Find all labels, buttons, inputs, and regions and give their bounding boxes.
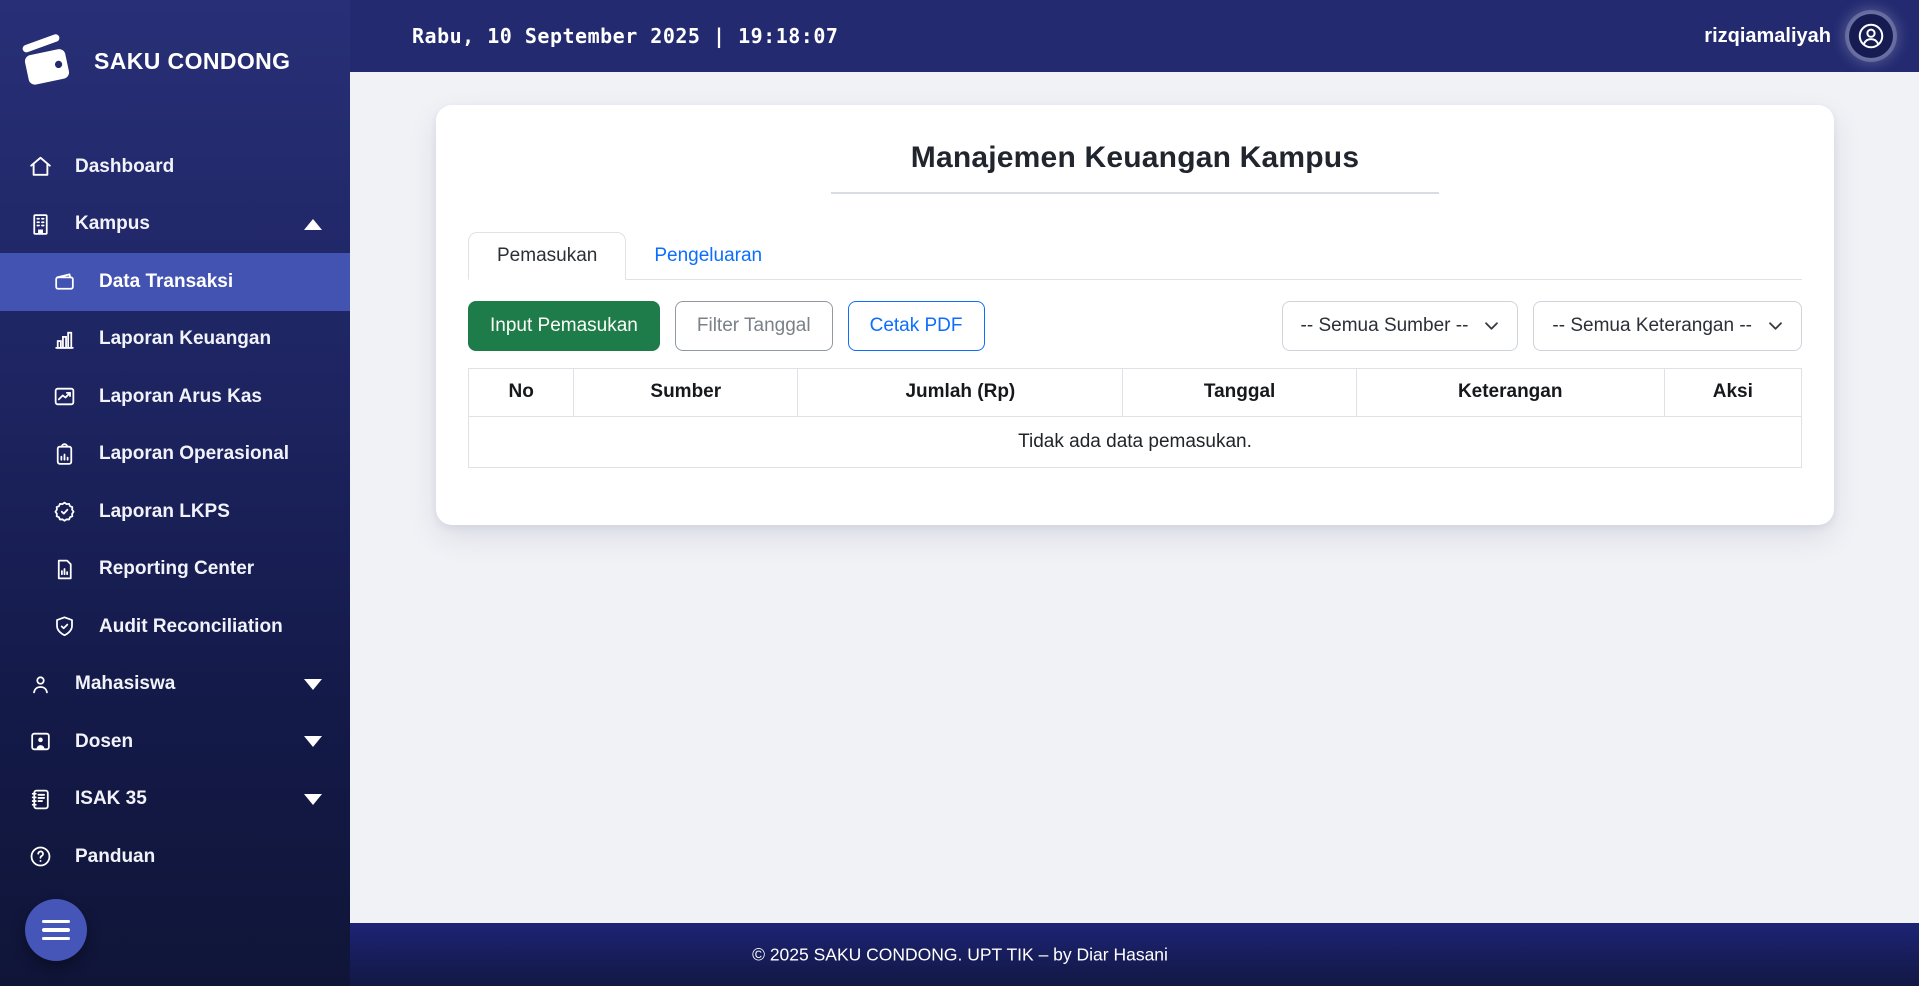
page-title: Manajemen Keuangan Kampus xyxy=(468,135,1802,180)
keterangan-select[interactable]: -- Semua Keterangan -- xyxy=(1533,301,1802,351)
person-card-icon xyxy=(28,729,53,754)
cetak-pdf-button[interactable]: Cetak PDF xyxy=(848,301,985,351)
hamburger-icon xyxy=(42,928,70,932)
transactions-card: Manajemen Keuangan Kampus Pemasukan Peng… xyxy=(436,105,1834,525)
bar-chart-icon xyxy=(52,327,77,352)
username-label: rizqiamaliyah xyxy=(1704,25,1831,48)
main-area: Manajemen Keuangan Kampus Pemasukan Peng… xyxy=(350,72,1919,923)
sidebar-item-label: Laporan Keuangan xyxy=(99,328,271,350)
tab-pemasukan[interactable]: Pemasukan xyxy=(468,232,626,280)
hamburger-icon xyxy=(42,937,70,941)
keterangan-select-value: -- Semua Keterangan -- xyxy=(1552,315,1752,337)
brand-logo[interactable]: SAKU CONDONG xyxy=(0,0,350,100)
empty-state-row: Tidak ada data pemasukan. xyxy=(469,416,1802,467)
input-pemasukan-button[interactable]: Input Pemasukan xyxy=(468,301,660,351)
sidebar-item-label: ISAK 35 xyxy=(75,788,147,810)
chevron-down-icon xyxy=(1484,321,1499,331)
tab-pengeluaran[interactable]: Pengeluaran xyxy=(626,233,790,279)
chevron-down-icon xyxy=(304,794,322,805)
transaction-tabs: Pemasukan Pengeluaran xyxy=(468,232,1802,280)
badge-check-icon xyxy=(52,499,77,524)
wallet-icon xyxy=(52,269,77,294)
app-root: SAKU CONDONG Dashboard Kampus xyxy=(0,0,1919,986)
sidebar-item-label: Laporan LKPS xyxy=(99,501,230,523)
chevron-down-icon xyxy=(1768,321,1783,331)
header-user-area: rizqiamaliyah xyxy=(1704,14,1893,58)
column-header-no: No xyxy=(469,368,574,416)
sidebar-toggle-button[interactable] xyxy=(25,899,87,961)
column-header-jumlah: Jumlah (Rp) xyxy=(798,368,1123,416)
sidebar-item-label: Mahasiswa xyxy=(75,673,175,695)
file-chart-icon xyxy=(52,557,77,582)
sidebar-item-dosen[interactable]: Dosen xyxy=(0,713,350,771)
sidebar-item-laporan-lkps[interactable]: Laporan LKPS xyxy=(0,483,350,541)
sidebar-item-reporting-center[interactable]: Reporting Center xyxy=(0,541,350,599)
transactions-table-wrap: No Sumber Jumlah (Rp) Tanggal Keterangan… xyxy=(468,368,1802,468)
toolbar: Input Pemasukan Filter Tanggal Cetak PDF… xyxy=(468,301,1802,351)
building-icon xyxy=(28,212,53,237)
column-header-aksi: Aksi xyxy=(1664,368,1801,416)
chevron-down-icon xyxy=(304,679,322,690)
chevron-down-icon xyxy=(304,736,322,747)
column-header-tanggal: Tanggal xyxy=(1123,368,1356,416)
sidebar-menu: Dashboard Kampus Data Transaksi xyxy=(0,138,350,886)
sidebar-item-label: Dosen xyxy=(75,731,133,753)
footer: © 2025 SAKU CONDONG. UPT TIK – by Diar H… xyxy=(350,923,1919,986)
sidebar-item-audit-reconciliation[interactable]: Audit Reconciliation xyxy=(0,598,350,656)
shield-check-icon xyxy=(52,614,77,639)
content-column: Rabu, 10 September 2025 | 19:18:07 rizqi… xyxy=(350,0,1919,986)
sidebar-item-label: Kampus xyxy=(75,213,150,235)
sidebar-item-kampus[interactable]: Kampus xyxy=(0,196,350,254)
sidebar-item-laporan-arus-kas[interactable]: Laporan Arus Kas xyxy=(0,368,350,426)
sidebar-item-isak-35[interactable]: ISAK 35 xyxy=(0,771,350,829)
line-chart-icon xyxy=(52,384,77,409)
column-header-sumber: Sumber xyxy=(574,368,798,416)
sumber-select-value: -- Semua Sumber -- xyxy=(1301,315,1469,337)
sidebar-item-label: Panduan xyxy=(75,846,155,868)
sidebar-item-data-transaksi[interactable]: Data Transaksi xyxy=(0,253,350,311)
sidebar-item-label: Laporan Arus Kas xyxy=(99,386,262,408)
sidebar: SAKU CONDONG Dashboard Kampus xyxy=(0,0,350,986)
sumber-select[interactable]: -- Semua Sumber -- xyxy=(1282,301,1519,351)
top-header-bar: Rabu, 10 September 2025 | 19:18:07 rizqi… xyxy=(350,0,1919,72)
empty-state-message: Tidak ada data pemasukan. xyxy=(469,416,1802,467)
filter-tanggal-button[interactable]: Filter Tanggal xyxy=(675,301,833,351)
sidebar-item-laporan-keuangan[interactable]: Laporan Keuangan xyxy=(0,311,350,369)
sidebar-item-laporan-operasional[interactable]: Laporan Operasional xyxy=(0,426,350,484)
sidebar-item-dashboard[interactable]: Dashboard xyxy=(0,138,350,196)
copyright-text: © 2025 SAKU CONDONG. UPT TIK – by Diar H… xyxy=(752,944,1168,965)
clipboard-chart-icon xyxy=(52,442,77,467)
home-icon xyxy=(28,154,53,179)
sidebar-item-label: Audit Reconciliation xyxy=(99,616,283,638)
column-header-keterangan: Keterangan xyxy=(1356,368,1664,416)
brand-name: SAKU CONDONG xyxy=(94,48,290,75)
title-divider xyxy=(831,192,1439,194)
table-header-row: No Sumber Jumlah (Rp) Tanggal Keterangan… xyxy=(469,368,1802,416)
sidebar-item-label: Data Transaksi xyxy=(99,271,233,293)
journal-icon xyxy=(28,787,53,812)
person-icon xyxy=(28,672,53,697)
sidebar-item-panduan[interactable]: Panduan xyxy=(0,828,350,886)
hamburger-icon xyxy=(42,920,70,924)
sidebar-item-mahasiswa[interactable]: Mahasiswa xyxy=(0,656,350,714)
transactions-table: No Sumber Jumlah (Rp) Tanggal Keterangan… xyxy=(468,368,1802,468)
chevron-up-icon xyxy=(304,219,322,230)
avatar-button[interactable] xyxy=(1849,14,1893,58)
sidebar-item-label: Dashboard xyxy=(75,156,174,178)
sidebar-item-label: Reporting Center xyxy=(99,558,254,580)
question-circle-icon xyxy=(28,844,53,869)
wallet-logo-icon xyxy=(16,32,78,90)
datetime-display: Rabu, 10 September 2025 | 19:18:07 xyxy=(412,24,838,48)
sidebar-item-label: Laporan Operasional xyxy=(99,443,289,465)
person-circle-icon xyxy=(1856,21,1886,51)
